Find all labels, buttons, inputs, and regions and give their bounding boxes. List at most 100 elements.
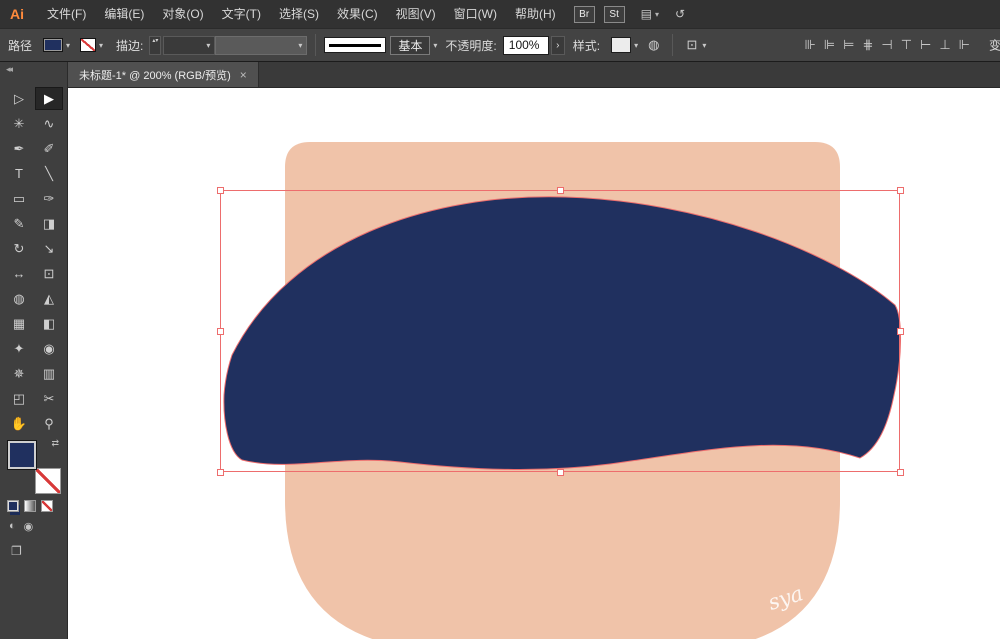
swap-fill-stroke-icon[interactable]: ⇄ (51, 438, 59, 449)
selection-handle[interactable] (217, 328, 224, 335)
separator (315, 34, 317, 56)
none-button[interactable] (41, 500, 53, 512)
align-left-icon[interactable]: ⊨ (843, 37, 854, 53)
opacity-input[interactable]: 100% (502, 35, 549, 55)
fill-color-dropdown[interactable]: ▾ (43, 38, 70, 52)
stroke-none-swatch[interactable] (80, 38, 97, 52)
selection-handle[interactable] (897, 187, 904, 194)
close-icon[interactable]: × (240, 68, 247, 82)
selection-handle[interactable] (217, 187, 224, 194)
selection-tool[interactable]: ▶ (35, 87, 63, 110)
fill-color-swatch[interactable] (43, 38, 64, 52)
opacity-label: 不透明度: (445, 38, 497, 53)
transform-panel-icon[interactable]: ⊡ (686, 37, 697, 53)
selection-handle[interactable] (217, 469, 224, 476)
selection-bounding-box[interactable] (217, 187, 904, 476)
stroke-weight-label: 描边: (116, 38, 144, 53)
align-right-icon[interactable]: ⊣ (881, 37, 892, 53)
mesh-tool[interactable]: ▦ (5, 312, 33, 335)
draw-normal-icon[interactable]: ◐ (9, 520, 16, 533)
zoom-tool[interactable]: ⚲ (35, 412, 63, 435)
stroke-weight-dropdown[interactable]: ▾ (163, 35, 216, 55)
chevron-down-icon: ▾ (66, 40, 71, 50)
menu-item-2[interactable]: 对象(O) (153, 0, 212, 28)
width-tool[interactable]: ↔ (5, 262, 33, 285)
rectangle-tool[interactable]: ▭ (5, 187, 33, 210)
menu-items: 文件(F) 编辑(E) 对象(O) 文字(T) 选择(S) 效果(C) 视图(V) 窗口(W)… (38, 0, 565, 28)
free-transform-tool[interactable]: ⊡ (35, 262, 63, 285)
recolor-artwork-icon[interactable]: ◍ (648, 37, 659, 53)
document-tab[interactable]: 未标题-1* @ 200% (RGB/预览) × (68, 62, 259, 87)
bridge-button[interactable]: Br (573, 5, 595, 23)
chevron-down-icon: ▾ (99, 40, 104, 50)
screen-mode-icon[interactable]: ❐ (11, 544, 22, 558)
gradient-tool[interactable]: ◧ (35, 312, 63, 335)
workspace-switcher-icon[interactable]: ▤ (641, 7, 652, 21)
selection-handle[interactable] (897, 328, 904, 335)
brush-definition-preview[interactable] (324, 37, 387, 53)
artboard-canvas[interactable]: sya (68, 88, 1000, 639)
lasso-tool[interactable]: ∿ (35, 112, 63, 135)
align-top-icon[interactable]: ⊤ (901, 37, 912, 53)
stock-button[interactable]: St (603, 5, 625, 23)
menu-item-1[interactable]: 编辑(E) (95, 0, 153, 28)
draw-inside-icon[interactable]: ◉ (24, 520, 34, 533)
brush-basic-button[interactable]: 基本 (390, 35, 431, 55)
selection-handle[interactable] (557, 187, 564, 194)
perspective-grid-tool[interactable]: ◭ (35, 287, 63, 310)
direct-selection-tool[interactable]: ▷ (5, 87, 33, 110)
stroke-color-dropdown[interactable]: ▾ (80, 38, 103, 52)
menu-item-4[interactable]: 选择(S) (270, 0, 328, 28)
hand-tool[interactable]: ✋ (5, 412, 33, 435)
eyedropper-tool[interactable]: ✦ (5, 337, 33, 360)
menu-item-3[interactable]: 文字(T) (213, 0, 270, 28)
illustrator-logo: Ai (10, 6, 24, 22)
shape-builder-tool[interactable]: ◍ (5, 287, 33, 310)
distribute-right-icon[interactable]: ⊫ (824, 37, 835, 53)
stroke-swatch[interactable] (35, 468, 61, 494)
brush-stroke-sample (329, 43, 382, 47)
gradient-button[interactable] (24, 500, 36, 512)
blend-tool[interactable]: ◉ (35, 337, 63, 360)
fill-swatch[interactable] (7, 440, 37, 470)
line-segment-tool[interactable]: ╲ (35, 162, 63, 185)
symbol-sprayer-tool[interactable]: ✵ (5, 362, 33, 385)
rotate-tool[interactable]: ↻ (5, 237, 33, 260)
artboard-tool[interactable]: ◰ (5, 387, 33, 410)
slice-tool[interactable]: ✂ (35, 387, 63, 410)
selection-type-label: 路径 (8, 38, 33, 53)
style-swatch[interactable] (611, 37, 632, 53)
type-tool[interactable]: T (5, 162, 33, 185)
color-button[interactable] (7, 500, 19, 512)
chevron-down-icon[interactable]: ▾ (702, 41, 706, 50)
collapse-panel-icon[interactable]: ◂◂ (6, 64, 13, 75)
align-bottom-icon[interactable]: ⊥ (939, 37, 950, 53)
menu-item-6[interactable]: 视图(V) (387, 0, 445, 28)
menu-item-0[interactable]: 文件(F) (38, 0, 95, 28)
menu-item-7[interactable]: 窗口(W) (445, 0, 506, 28)
style-dropdown[interactable]: ▾ (611, 37, 638, 53)
menu-item-8[interactable]: 帮助(H) (506, 0, 565, 28)
variable-width-dropdown: ▾ (215, 35, 308, 55)
blob-brush-tool[interactable]: ✐ (35, 137, 63, 160)
transform-link[interactable]: 变换 (989, 37, 1000, 54)
align-center-h-icon[interactable]: ⋕ (862, 37, 873, 53)
paintbrush-tool[interactable]: ✑ (35, 187, 63, 210)
magic-wand-tool[interactable]: ✳ (5, 112, 33, 135)
pen-tool[interactable]: ✒ (5, 137, 33, 160)
stroke-weight-stepper[interactable]: ▴▾ (149, 35, 162, 55)
distribute-left-icon[interactable]: ⊪ (804, 37, 815, 53)
sync-icon[interactable]: ↺ (675, 7, 685, 21)
align-middle-v-icon[interactable]: ⊢ (920, 37, 931, 53)
opacity-expand-button[interactable]: › (550, 35, 565, 55)
distribute-v-icon[interactable]: ⊩ (959, 37, 970, 53)
menu-item-5[interactable]: 效果(C) (328, 0, 387, 28)
workspace-caret-icon[interactable]: ▾ (655, 10, 659, 19)
column-graph-tool[interactable]: ▥ (35, 362, 63, 385)
chevron-down-icon[interactable]: ▾ (433, 41, 437, 50)
scale-tool[interactable]: ↘ (35, 237, 63, 260)
selection-handle[interactable] (897, 469, 904, 476)
pencil-tool[interactable]: ✎ (5, 212, 33, 235)
selection-handle[interactable] (557, 469, 564, 476)
eraser-tool[interactable]: ◨ (35, 212, 63, 235)
